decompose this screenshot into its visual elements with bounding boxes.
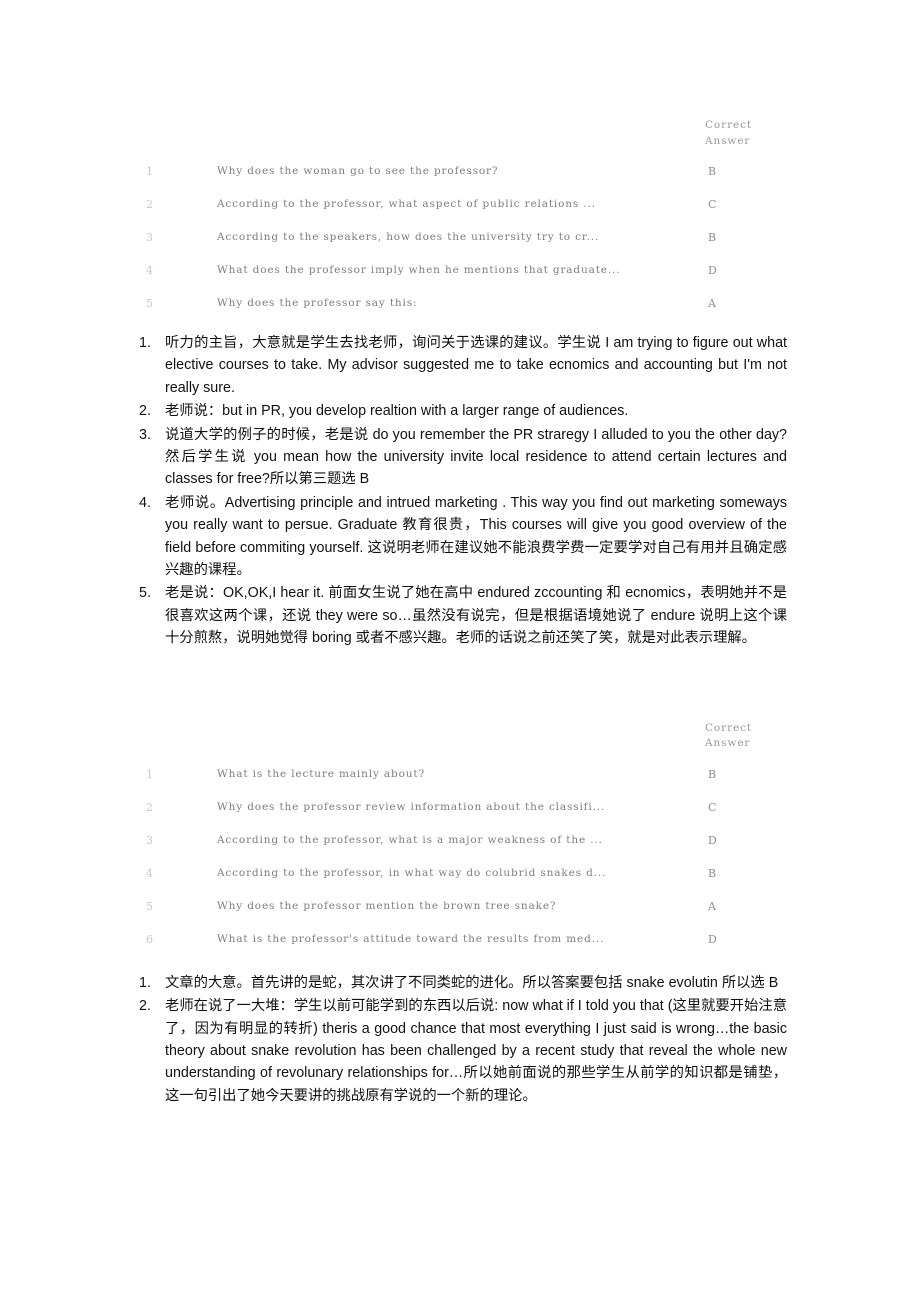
list-marker: 1. — [139, 335, 151, 351]
table-row: 2 According to the professor, what aspec… — [137, 188, 787, 221]
table-header-row: Correct Answer — [137, 721, 787, 758]
list-item: 2. 老师说：but in PR, you develop realtion w… — [137, 400, 787, 422]
row-number: 5 — [146, 297, 154, 310]
list-marker: 4. — [139, 494, 151, 511]
table-row: 2 Why does the professor review informat… — [137, 791, 787, 824]
list-item: 5. 老是说：OK,OK,I hear it. 前面女生说了她在高中 endur… — [137, 582, 787, 649]
list-item: 4. 老师说。Advertising principle and intrued… — [137, 492, 787, 582]
list-item: 3. 说道大学的例子的时候，老是说 do you remember the PR… — [137, 424, 787, 491]
list-text: 文章的大意。首先讲的是蛇，其次讲了不同类蛇的进化。所以答案要包括 snake e… — [165, 974, 779, 991]
list-item: 1. 听力的主旨，大意就是学生去找老师，询问关于选课的建议。学生说 I am t… — [137, 332, 787, 399]
row-answer: B — [708, 231, 717, 244]
table-row: 3 According to the professor, what is a … — [137, 824, 787, 857]
row-answer: A — [708, 899, 717, 913]
header-correct-answer: Correct Answer — [705, 721, 753, 750]
row-number: 5 — [146, 899, 154, 913]
list-item: 2. 老师在说了一大堆：学生以前可能学到的东西以后说: now what if … — [137, 995, 787, 1107]
row-question: Why does the woman go to see the profess… — [217, 165, 499, 178]
header-question-col — [211, 118, 705, 155]
table-row: 4 What does the professor imply when he … — [137, 254, 787, 287]
row-question: What is the professor's attitude toward … — [217, 932, 605, 945]
list-text: 老师说。Advertising principle and intrued ma… — [165, 494, 787, 579]
row-answer: C — [708, 198, 718, 211]
list-text: 老是说：OK,OK,I hear it. 前面女生说了她在高中 endured … — [165, 585, 787, 647]
row-answer: D — [708, 264, 718, 277]
row-number: 2 — [146, 198, 154, 211]
list-marker: 3. — [139, 426, 151, 443]
row-question: According to the professor, in what way … — [217, 866, 607, 879]
row-number: 6 — [146, 932, 154, 946]
row-question: According to the speakers, how does the … — [217, 231, 600, 244]
document-page: Correct Answer 1 Why does the woman go t… — [0, 0, 920, 1302]
explanation-list-1: 1. 听力的主旨，大意就是学生去找老师，询问关于选课的建议。学生说 I am t… — [137, 332, 787, 650]
document-content: Correct Answer 1 Why does the woman go t… — [137, 118, 787, 1108]
header-number-col — [137, 721, 211, 758]
row-answer: A — [708, 297, 717, 310]
list-marker: 2. — [139, 998, 151, 1015]
row-question: Why does the professor mention the brown… — [217, 899, 557, 912]
table-row: 1 What is the lecture mainly about? B — [137, 758, 787, 791]
list-text: 听力的主旨，大意就是学生去找老师，询问关于选课的建议。学生说 I am tryi… — [165, 335, 787, 396]
header-question-col — [211, 721, 705, 758]
table-row: 5 Why does the professor say this: A — [137, 287, 787, 320]
list-item: 1. 文章的大意。首先讲的是蛇，其次讲了不同类蛇的进化。所以答案要包括 snak… — [137, 972, 787, 994]
row-question: According to the professor, what is a ma… — [217, 833, 603, 846]
list-marker: 1. — [139, 974, 151, 991]
row-answer: B — [708, 866, 717, 880]
row-question: Why does the professor review informatio… — [217, 800, 606, 813]
row-question: Why does the professor say this: — [217, 297, 418, 310]
row-answer: D — [708, 833, 718, 847]
row-number: 3 — [146, 231, 154, 244]
explanation-list-2: 1. 文章的大意。首先讲的是蛇，其次讲了不同类蛇的进化。所以答案要包括 snak… — [137, 972, 787, 1107]
table-row: 3 According to the speakers, how does th… — [137, 221, 787, 254]
header-number-col — [137, 118, 211, 155]
table-row: 4 According to the professor, in what wa… — [137, 857, 787, 890]
header-correct-answer: Correct Answer — [705, 119, 753, 147]
list-text: 老师说：but in PR, you develop realtion with… — [165, 403, 629, 420]
table-body-2: 1 What is the lecture mainly about? B 2 … — [137, 758, 787, 956]
list-marker: 5. — [139, 585, 151, 602]
row-number: 3 — [146, 833, 154, 847]
table-header-row: Correct Answer — [137, 118, 787, 155]
table-row: 6 What is the professor's attitude towar… — [137, 923, 787, 956]
list-text: 说道大学的例子的时候，老是说 do you remember the PR st… — [165, 426, 787, 488]
row-question: According to the professor, what aspect … — [217, 198, 596, 211]
row-number: 4 — [146, 866, 154, 880]
question-answer-table-2: Correct Answer 1 What is the lecture mai… — [137, 721, 787, 956]
row-number: 1 — [146, 165, 154, 178]
table-row: 5 Why does the professor mention the bro… — [137, 890, 787, 923]
row-number: 4 — [146, 264, 154, 277]
row-question: What is the lecture mainly about? — [217, 767, 425, 780]
row-number: 1 — [146, 767, 154, 781]
row-number: 2 — [146, 800, 154, 814]
row-answer: B — [708, 165, 717, 178]
question-answer-table-1: Correct Answer 1 Why does the woman go t… — [137, 118, 787, 320]
row-answer: D — [708, 932, 718, 946]
list-marker: 2. — [139, 403, 151, 420]
table-body-1: 1 Why does the woman go to see the profe… — [137, 155, 787, 320]
list-text: 老师在说了一大堆：学生以前可能学到的东西以后说: now what if I t… — [165, 998, 787, 1104]
table-row: 1 Why does the woman go to see the profe… — [137, 155, 787, 188]
row-answer: C — [708, 800, 718, 814]
row-question: What does the professor imply when he me… — [217, 264, 621, 277]
row-answer: B — [708, 767, 717, 781]
